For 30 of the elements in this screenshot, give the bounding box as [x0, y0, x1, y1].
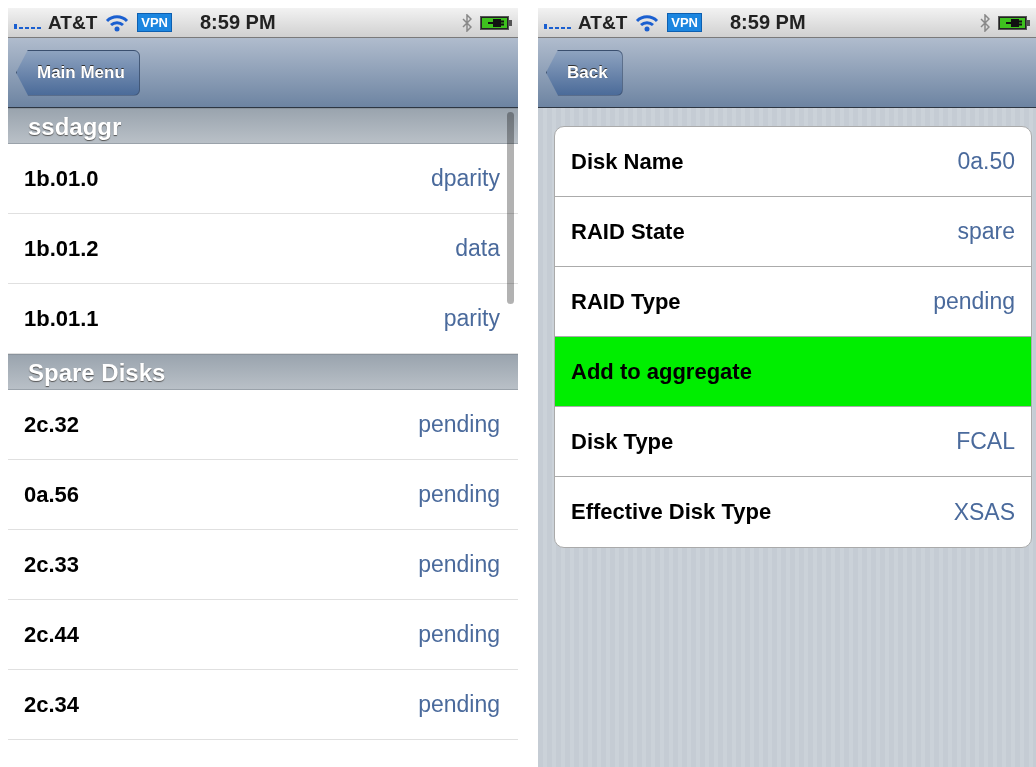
disk-row[interactable]: 2c.33 pending — [8, 530, 518, 600]
vpn-badge: VPN — [667, 13, 702, 32]
disk-row[interactable]: 2c.34 pending — [8, 670, 518, 740]
signal-icon — [14, 22, 44, 29]
status-time: 8:59 PM — [730, 11, 806, 34]
carrier-name: AT&T — [578, 11, 628, 34]
battery-charging-icon — [480, 15, 512, 30]
disk-row[interactable]: 1b.01.2 data — [8, 214, 518, 284]
battery-charging-icon — [998, 15, 1030, 30]
disk-row[interactable]: 0a.56 pending — [8, 460, 518, 530]
carrier-name: AT&T — [48, 11, 98, 34]
detail-row: Disk Name 0a.50 — [555, 127, 1031, 197]
disk-row[interactable]: 2c.44 pending — [8, 600, 518, 670]
vpn-badge: VPN — [137, 13, 172, 32]
signal-icon — [544, 22, 574, 29]
status-time: 8:59 PM — [200, 11, 276, 34]
detail-row-text: Effective Disk Type XSAS — [570, 497, 1016, 527]
disk-row[interactable]: 2c.32 pending — [8, 390, 518, 460]
back-button[interactable]: Main Menu — [16, 49, 140, 96]
detail-row: Disk Type FCAL — [555, 407, 1031, 477]
disk-row[interactable]: 1b.01.0 dparity — [8, 144, 518, 214]
add-to-aggregate-button[interactable]: Add to aggregate — [555, 337, 1031, 407]
detail-row: RAID State spare — [555, 197, 1031, 267]
section-header: Spare Disks — [8, 354, 518, 390]
back-button[interactable]: Back — [546, 49, 623, 96]
bluetooth-icon — [462, 13, 472, 32]
bluetooth-icon — [980, 13, 990, 32]
wifi-icon — [105, 13, 130, 32]
wifi-icon — [635, 13, 660, 32]
section-header: ssdaggr — [8, 108, 518, 144]
